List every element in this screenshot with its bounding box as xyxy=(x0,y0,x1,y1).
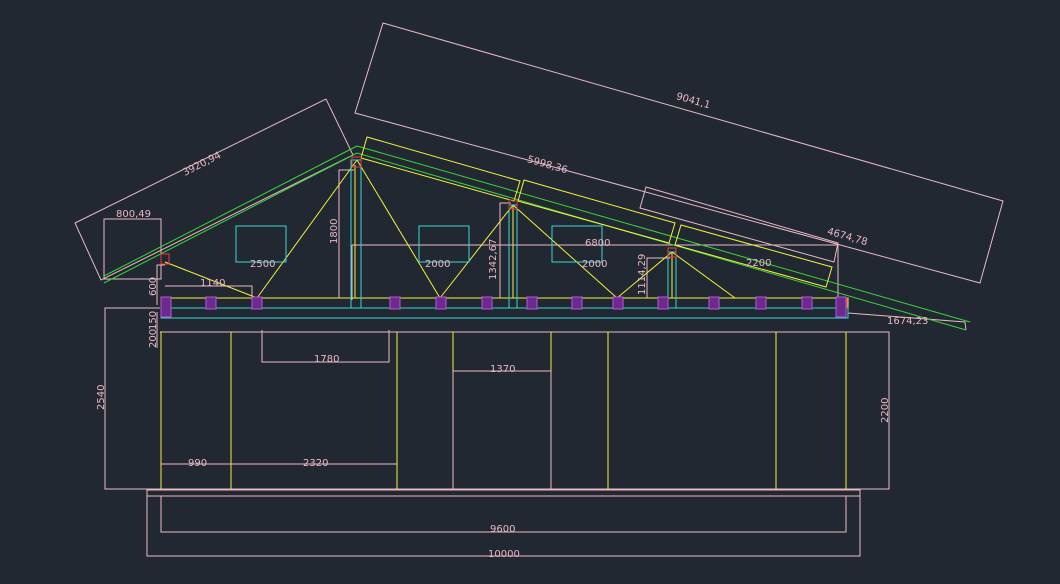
block xyxy=(657,296,669,310)
web-3 xyxy=(356,159,441,299)
block xyxy=(835,296,847,318)
right-post-dimension xyxy=(646,257,670,298)
dim-seg-1140: 1140 xyxy=(200,278,225,289)
dim-overhang-left: 800,49 xyxy=(116,209,151,220)
dim-kingpost: 1800 xyxy=(329,219,340,244)
dim-win3: 2000 xyxy=(582,259,607,270)
dim-span-top: 6800 xyxy=(585,238,610,249)
dim-post-right: 1114,29 xyxy=(637,254,648,295)
joist-blocks xyxy=(160,296,847,318)
dim-win1: 2500 xyxy=(250,259,275,270)
web-2 xyxy=(256,159,358,299)
web-4 xyxy=(439,204,514,299)
dim-total-9600: 9600 xyxy=(490,524,515,535)
bottom-chord xyxy=(164,297,849,309)
overhang-left-dimension-box xyxy=(103,218,162,280)
dim-h150: 150 xyxy=(148,311,159,330)
dim-h600: 600 xyxy=(148,277,159,296)
block xyxy=(481,296,493,310)
cad-drawing-canvas[interactable]: 9041,1 3920,94 5998,36 4674,78 800,49 16… xyxy=(0,0,1060,584)
window-1 xyxy=(235,225,287,263)
foundation-slab xyxy=(146,489,861,497)
floor-beam xyxy=(160,307,849,319)
dim-wall-right: 2200 xyxy=(880,398,891,423)
web-5 xyxy=(512,204,618,299)
block xyxy=(801,296,813,310)
roof-right-outer xyxy=(356,145,971,323)
dim-opening-1780: 1780 xyxy=(314,354,339,365)
dim-roof-left: 3920,94 xyxy=(181,150,223,179)
block xyxy=(251,296,263,310)
block xyxy=(435,296,447,310)
dim-wall-left: 2540 xyxy=(96,385,107,410)
dim-h200: 200 xyxy=(148,329,159,348)
block xyxy=(708,296,720,310)
beam-lines xyxy=(160,159,849,319)
truss-lines xyxy=(160,136,849,489)
dimension-lines xyxy=(74,22,1004,557)
dim-total-10000: 10000 xyxy=(488,549,520,560)
dim-post-mid: 1342,67 xyxy=(488,239,499,280)
dim-win2: 2000 xyxy=(425,259,450,270)
dim-bottom-990: 990 xyxy=(188,458,207,469)
block xyxy=(160,296,172,318)
block xyxy=(389,296,401,310)
block xyxy=(205,296,217,310)
connectors xyxy=(160,156,848,309)
block xyxy=(526,296,538,310)
left-roof-dimension-box xyxy=(74,98,354,281)
block xyxy=(755,296,767,310)
window-2 xyxy=(418,225,470,263)
dim-opening-1370: 1370 xyxy=(490,364,515,375)
block xyxy=(612,296,624,310)
dim-win4: 2200 xyxy=(746,258,771,269)
roof-length-dimension-box xyxy=(354,22,1004,284)
opening-1370-dimension xyxy=(452,370,552,489)
dim-rafter-top: 5998,36 xyxy=(526,154,569,176)
dim-bottom-2320: 2320 xyxy=(303,458,328,469)
rafter-segment-1 xyxy=(360,136,521,202)
dim-overhang-right: 1674,23 xyxy=(887,316,928,327)
block xyxy=(571,296,583,310)
